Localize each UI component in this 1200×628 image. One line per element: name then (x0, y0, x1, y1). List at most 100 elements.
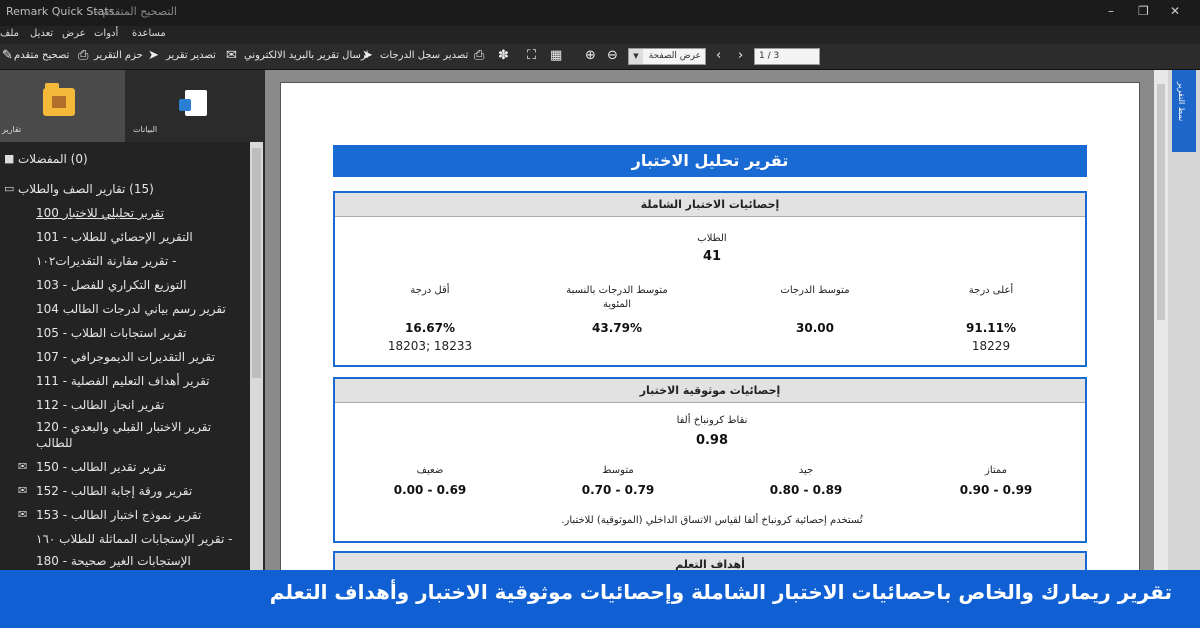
report-style-label: نمط التقرير (1177, 82, 1186, 122)
tree-item[interactable]: التقرير الإحصائي للطلاب - 101 (36, 230, 193, 244)
print-icon[interactable]: ⎙ (474, 49, 484, 63)
advanced-grading-button[interactable]: تصحيح متقدم (14, 50, 69, 61)
tree-item[interactable]: تقرير الاختبار القبلي والبعدي - 120 (36, 420, 211, 434)
tree-item[interactable]: تقرير نموذج اختبار الطالب - 153 (36, 508, 201, 522)
tab-reports[interactable]: تقارير (0, 70, 125, 142)
medium-range: 0.70 - 0.79 (581, 483, 655, 497)
export-arrow-icon[interactable]: ➤ (148, 49, 159, 63)
overall-stats-header: إحصائيات الاختبار الشاملة (335, 193, 1085, 217)
tree-class-reports[interactable]: (15) تقارير الصف والطلاب (18, 182, 154, 196)
highest-label: أعلى درجة (968, 285, 1014, 296)
tree-item[interactable]: تقرير التقديرات الديموجرافي - 107 (36, 350, 215, 364)
document-scrollbar-thumb[interactable] (1157, 84, 1165, 320)
tree-item[interactable]: التوزيع التكراري للفصل - 103 (36, 278, 186, 292)
cronbach-alpha-label: نقاط كرونباخ ألفا (676, 415, 748, 426)
caption-text: تقرير ريمارك والخاص باحصائيات الاختبار ا… (269, 580, 1172, 604)
highest-student-id: 18229 (971, 339, 1011, 353)
good-label: جيد (798, 465, 814, 476)
students-label: الطلاب (697, 233, 727, 244)
mean-pct-label-line2: المئوية (603, 299, 631, 310)
tree-item[interactable]: تقرير أهداف التعليم الفصلية - 111 (36, 374, 210, 388)
students-value: 41 (702, 249, 722, 264)
lowest-value: 16.67% (405, 321, 455, 335)
lowest-student-ids: 18203; 18233 (387, 339, 473, 353)
page-view-select[interactable]: ▼ عرض الصفحة (628, 48, 706, 65)
report-tree: ■ (0) المفضلات ▭ (15) تقارير الصف والطلا… (0, 142, 250, 570)
window-titlebar: Remark Quick Stats التصحيح المتقدم - – ❐… (0, 0, 1200, 26)
tree-item[interactable]: تقرير انجاز الطالب - 112 (36, 398, 164, 412)
zoom-out-icon[interactable]: ⊖ (607, 49, 618, 63)
chevron-right-icon[interactable]: › (738, 49, 743, 63)
zoom-in-icon[interactable]: ⊕ (585, 49, 596, 63)
tree-scrollbar-thumb[interactable] (252, 148, 261, 378)
export-report-button[interactable]: تصدير تقرير (166, 50, 216, 61)
minimize-icon[interactable]: – (1108, 4, 1114, 18)
mean-label: متوسط الدرجات (780, 285, 850, 296)
cronbach-alpha-value: 0.98 (695, 433, 729, 448)
chevron-left-icon[interactable]: ‹ (716, 49, 721, 63)
tab-reports-label: تقارير (2, 125, 22, 134)
menu-view[interactable]: عرض (62, 28, 86, 39)
folder-home-icon (43, 83, 75, 116)
tree-item[interactable]: تقرير تقدير الطالب - 150 (36, 460, 166, 474)
medium-label: متوسط (602, 465, 634, 476)
report-package-button[interactable]: حزم التقرير (94, 50, 143, 61)
export-grade-log-button[interactable]: تصدير سجل الدرجات (380, 50, 468, 61)
document-scrollbar[interactable] (1154, 70, 1168, 570)
advanced-grading-icon[interactable]: ✎ (2, 49, 13, 63)
tree-item[interactable]: تقرير ورقة إجابة الطالب - 152 (36, 484, 192, 498)
mean-pct-value: 43.79% (592, 321, 642, 335)
menu-file[interactable]: ملف (0, 28, 19, 39)
reliability-note: تُستخدم إحصائية كرونباخ ألفا لقياس الاتس… (561, 515, 863, 526)
toolbar: ✎ تصحيح متقدم ⎙ حزم التقرير ➤ تصدير تقري… (0, 44, 1200, 70)
color-wheel-icon[interactable]: ✽ (498, 49, 509, 63)
envelope-icon: ✉ (18, 508, 28, 521)
weak-label: ضعيف (416, 465, 444, 476)
right-side-panel: نمط التقرير (1168, 70, 1200, 570)
mean-value: 30.00 (796, 321, 834, 335)
weak-range: 0.00 - 0.69 (393, 483, 467, 497)
menu-edit[interactable]: تعديل (30, 28, 53, 39)
chevron-down-icon: ▼ (629, 49, 643, 64)
page-counter-select[interactable]: 1 / 3 (754, 48, 820, 65)
lowest-label: أقل درجة (410, 285, 450, 296)
menu-bar: مساعدة أدوات عرض تعديل ملف (0, 26, 1200, 44)
report-package-icon[interactable]: ⎙ (78, 49, 88, 63)
email-icon[interactable]: ✉ (226, 49, 237, 63)
menu-tools[interactable]: أدوات (94, 28, 118, 39)
grid-view-icon[interactable]: ▦ (550, 49, 562, 63)
tree-item[interactable]: تقرير استجابات الطلاب - 105 (36, 326, 186, 340)
mean-pct-label: متوسط الدرجات بالنسبة (566, 285, 668, 296)
tree-item[interactable]: الإستجابات الغير صحيحة - 180 (36, 554, 191, 568)
email-report-button[interactable]: ارسال تقرير بالبريد الالكتروني (244, 50, 368, 61)
document-viewer: تقرير تحليل الاختبار إحصائيات الاختبار ا… (265, 70, 1168, 591)
export-log-icon[interactable]: ➤ (362, 49, 373, 63)
window-subtitle: التصحيح المتقدم - (95, 5, 177, 18)
report-title: تقرير تحليل الاختبار (333, 145, 1087, 177)
restore-icon[interactable]: ❐ (1138, 4, 1149, 18)
tree-item[interactable]: تقرير تحليلي للاختبار 100 (36, 206, 164, 220)
tree-scrollbar[interactable] (250, 142, 263, 570)
tab-data[interactable]: البيانات (125, 70, 265, 142)
menu-help[interactable]: مساعدة (132, 28, 166, 39)
close-icon[interactable]: ✕ (1170, 4, 1180, 18)
folder-icon: ■ (4, 152, 15, 165)
good-range: 0.80 - 0.89 (769, 483, 843, 497)
fullscreen-icon[interactable]: ⛶ (527, 49, 536, 63)
left-panel-tabs: تقارير البيانات (0, 70, 265, 142)
tree-item[interactable]: - تقرير الإستجابات المماثلة للطلاب ١٦٠ (36, 532, 232, 546)
tab-data-label: البيانات (133, 125, 158, 134)
tree-item-continuation[interactable]: للطالب (36, 436, 73, 450)
report-style-tab[interactable]: نمط التقرير (1172, 70, 1196, 152)
envelope-icon: ✉ (18, 460, 28, 473)
reliability-header: إحصائيات موثوقية الاختبار (335, 379, 1085, 403)
tree-item[interactable]: تقرير رسم بياني لدرجات الطالب 104 (36, 302, 226, 316)
tree-favorites[interactable]: (0) المفضلات (18, 152, 88, 166)
data-document-icon (179, 90, 207, 116)
tree-item[interactable]: - تقرير مقارنة التقديرات١٠٢ (36, 254, 176, 268)
envelope-icon: ✉ (18, 484, 28, 497)
folder-open-icon: ▭ (4, 182, 15, 195)
caption-banner: تقرير ريمارك والخاص باحصائيات الاختبار ا… (0, 570, 1200, 628)
overall-stats-section: إحصائيات الاختبار الشاملة الطلاب 41 أعلى… (333, 191, 1087, 367)
highest-value: 91.11% (966, 321, 1016, 335)
